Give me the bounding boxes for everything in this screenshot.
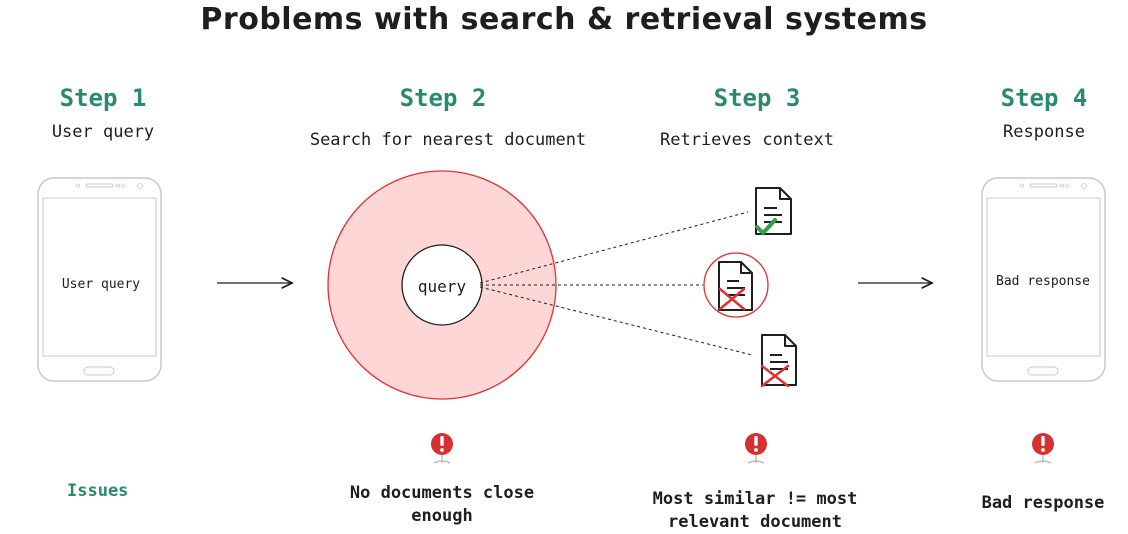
issue-text-step-3: Most similar != most relevant document bbox=[652, 489, 858, 532]
phone-right-text: Bad response bbox=[996, 274, 1090, 289]
document-cross-icon bbox=[760, 334, 797, 388]
phone-left-text: User query bbox=[62, 277, 140, 292]
document-cross-icon bbox=[718, 261, 753, 311]
issues-label: Issues bbox=[67, 481, 129, 501]
issue-text-step-4: Bad response bbox=[981, 493, 1105, 513]
alert-icon bbox=[431, 433, 453, 464]
diagram-canvas: User query query Bad response bbox=[37, 170, 1106, 464]
alert-icon bbox=[1032, 433, 1054, 464]
query-label: query bbox=[418, 277, 467, 296]
document-check-icon bbox=[755, 187, 792, 235]
alert-icon bbox=[745, 433, 767, 464]
issue-text-step-2: No documents close enough bbox=[349, 483, 535, 526]
